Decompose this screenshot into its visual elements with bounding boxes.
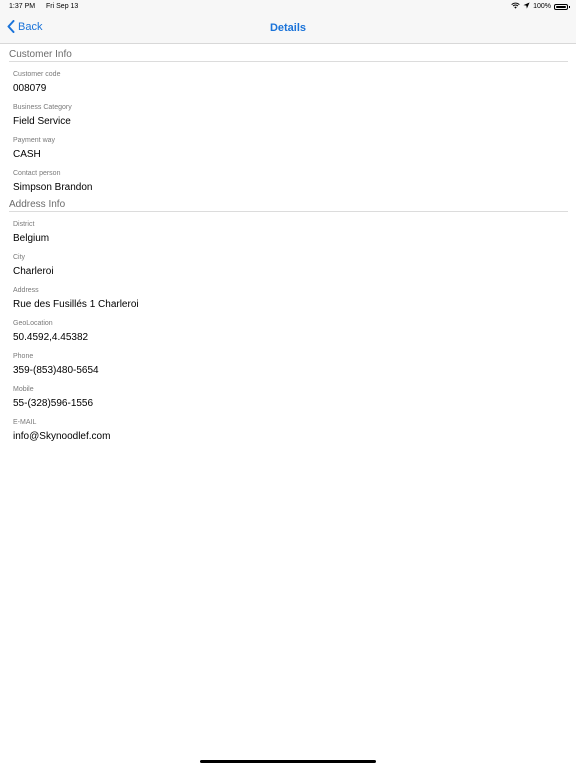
- status-date: Fri Sep 13: [46, 3, 79, 10]
- field-business-category: Business Category Field Service: [13, 103, 576, 128]
- screen: 1:37 PM Fri Sep 13 100% Back Details Cus…: [0, 0, 576, 768]
- field-value: Field Service: [13, 116, 71, 127]
- status-left: 1:37 PM Fri Sep 13: [9, 3, 78, 10]
- field-district: District Belgium: [13, 220, 576, 245]
- field-value: 55-(328)596-1556: [13, 398, 94, 409]
- field-label: District: [13, 221, 35, 228]
- field-value: Charleroi: [13, 266, 54, 277]
- navigation-bar: Back Details: [0, 14, 576, 44]
- field-label: E-MAIL: [13, 419, 37, 426]
- status-time: 1:37 PM: [9, 3, 36, 10]
- field-value: Simpson Brandon: [13, 182, 93, 193]
- field-payment-way: Payment way CASH: [13, 136, 576, 161]
- page-title: Details: [269, 22, 307, 34]
- section-header-address-info: Address Info: [9, 199, 568, 212]
- field-mobile: Mobile 55-(328)596-1556: [13, 385, 576, 410]
- location-arrow-icon: [523, 2, 530, 11]
- section-header-customer-info: Customer Info: [9, 49, 568, 62]
- field-value: 359-(853)480-5654: [13, 365, 99, 376]
- details-content: Customer Info Customer code 008079 Busin…: [0, 44, 576, 443]
- field-geolocation: GeoLocation 50.4592,4.45382: [13, 319, 576, 344]
- field-contact-person: Contact person Simpson Brandon: [13, 169, 576, 194]
- field-phone: Phone 359-(853)480-5654: [13, 352, 576, 377]
- field-label: GeoLocation: [13, 320, 53, 327]
- field-label: Business Category: [13, 104, 72, 111]
- field-customer-code: Customer code 008079: [13, 70, 576, 95]
- field-label: Payment way: [13, 137, 56, 144]
- battery-percent: 100%: [533, 3, 551, 10]
- field-value: 008079: [13, 83, 47, 94]
- field-value: 50.4592,4.45382: [13, 332, 89, 343]
- field-value: info@Skynoodlef.com: [13, 431, 111, 442]
- field-email: E-MAIL info@Skynoodlef.com: [13, 418, 576, 443]
- field-city: City Charleroi: [13, 253, 576, 278]
- field-label: Contact person: [13, 170, 61, 177]
- home-indicator[interactable]: [200, 760, 376, 763]
- field-value: Belgium: [13, 233, 50, 244]
- field-address: Address Rue des Fusillés 1 Charleroi: [13, 286, 576, 311]
- field-label: Phone: [13, 353, 34, 360]
- wifi-icon: [511, 2, 520, 11]
- field-label: Mobile: [13, 386, 34, 393]
- field-label: City: [13, 254, 26, 261]
- field-value: CASH: [13, 149, 41, 160]
- status-bar: 1:37 PM Fri Sep 13 100%: [0, 0, 576, 14]
- battery-icon: [554, 3, 570, 10]
- field-value: Rue des Fusillés 1 Charleroi: [13, 299, 139, 310]
- status-right: 100%: [511, 2, 570, 11]
- field-label: Customer code: [13, 71, 61, 78]
- field-label: Address: [13, 287, 39, 294]
